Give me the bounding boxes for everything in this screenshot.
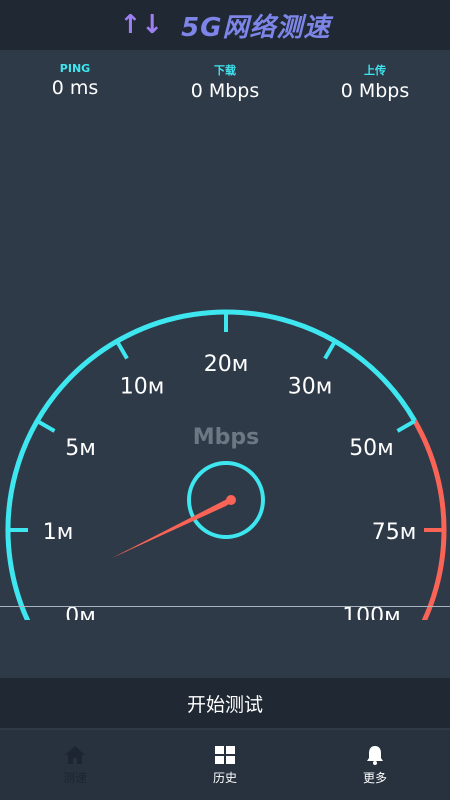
nav-item-history[interactable]: 历史 <box>150 730 300 800</box>
home-icon <box>65 745 85 764</box>
gauge-tick <box>115 340 129 360</box>
nav-label-speedtest: 测速 <box>62 770 87 785</box>
gauge-tick-label: 5м <box>65 436 96 461</box>
nav-item-speedtest[interactable]: 测速 <box>0 730 150 800</box>
grid-icon <box>215 745 235 764</box>
gauge-needle-hub <box>226 495 236 505</box>
start-test-button[interactable]: 开始测试 <box>0 678 450 728</box>
gauge-tick-label: 50м <box>349 436 394 461</box>
gauge-arc-high <box>412 419 447 620</box>
speed-gauge: 0м1м5м10м20м30м50м75м100м Mbps <box>5 309 447 620</box>
nav-item-more[interactable]: 更多 <box>300 730 450 800</box>
gauge-needle <box>112 496 233 558</box>
gauge-tick-label: 20м <box>204 352 249 377</box>
gauge-unit-label: Mbps <box>193 425 259 450</box>
bell-icon <box>367 745 383 765</box>
divider <box>0 606 450 607</box>
gauge-tick-label: 1м <box>43 520 74 545</box>
gauge-tick <box>323 340 337 360</box>
nav-label-history: 历史 <box>212 770 237 785</box>
gauge-tick <box>396 419 416 433</box>
gauge-tick <box>36 419 56 433</box>
bottom-nav: 测速 历史 更多 <box>0 730 450 800</box>
gauge-tick-label: 10м <box>120 375 165 400</box>
gauge-tick-label: 75м <box>372 520 417 545</box>
gauge-tick-label: 30м <box>288 375 333 400</box>
gauge-labels: 0м1м5м10м20м30м50м75м100м <box>43 352 417 620</box>
nav-label-more: 更多 <box>362 770 387 785</box>
